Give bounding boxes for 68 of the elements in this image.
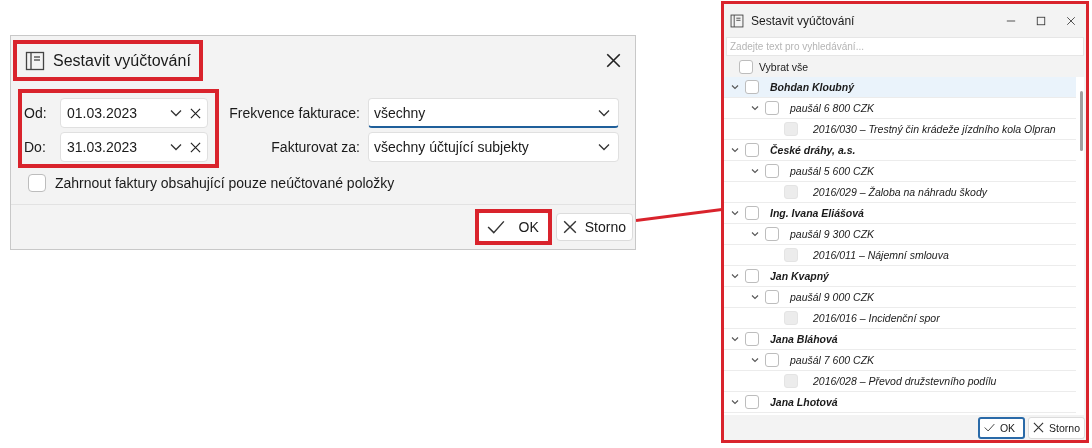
checkmark-icon <box>983 422 995 433</box>
checkbox[interactable] <box>765 227 779 241</box>
chevron-down-icon[interactable] <box>730 397 740 407</box>
field-label: Frekvence fakturace: <box>228 105 360 121</box>
tree-item[interactable]: paušál 9 000 CZK <box>724 287 1076 308</box>
search-field[interactable]: Zadejte text pro vyhledávání... <box>726 37 1084 56</box>
ok-button[interactable]: OK <box>977 416 1026 439</box>
checkbox[interactable] <box>765 101 779 115</box>
checkbox-label: Zahrnout faktury obsahující pouze neúčtované položky <box>55 175 395 191</box>
tree-item[interactable]: Jan Kvapný <box>724 266 1076 287</box>
tree-item[interactable]: paušál 5 600 CZK <box>724 161 1076 182</box>
window-title: Sestavit vyúčtování <box>53 51 191 70</box>
document-icon <box>25 50 45 71</box>
date-field[interactable]: 31.03.2023 <box>60 132 208 162</box>
close-icon[interactable] <box>606 53 621 68</box>
date-field[interactable]: 01.03.2023 <box>60 98 208 128</box>
checkbox[interactable] <box>745 395 759 409</box>
cancel-button[interactable]: Storno <box>555 213 633 241</box>
chevron-down-icon[interactable] <box>730 271 740 281</box>
clear-icon[interactable] <box>190 141 201 153</box>
document-icon <box>730 13 744 28</box>
cancel-button[interactable]: Storno <box>1028 416 1085 439</box>
window-title: Sestavit vyúčtování <box>751 13 856 28</box>
chevron-down-icon[interactable] <box>170 143 182 151</box>
chevron-down-icon[interactable] <box>170 109 182 117</box>
maximize-icon[interactable] <box>1036 15 1046 26</box>
chevron-down-icon[interactable] <box>730 82 740 92</box>
chevron-down-icon[interactable] <box>730 145 740 155</box>
chevron-down-icon[interactable] <box>750 229 760 239</box>
ok-button[interactable]: OK <box>478 213 548 241</box>
checkbox[interactable] <box>765 290 779 304</box>
chevron-down-icon[interactable] <box>730 334 740 344</box>
checkbox[interactable] <box>765 164 779 178</box>
close-icon[interactable] <box>1066 15 1076 26</box>
chevron-down-icon[interactable] <box>750 355 760 365</box>
cross-icon <box>1033 422 1045 433</box>
chevron-down-icon[interactable] <box>750 103 760 113</box>
tree-item[interactable]: paušál 6 800 CZK <box>724 98 1076 119</box>
tree-item[interactable]: Jana Bláhová <box>724 329 1076 350</box>
dropdown-field[interactable]: všechny účtující subjekty <box>368 132 619 162</box>
tree-item[interactable]: paušál 7 600 CZK <box>724 350 1076 371</box>
checkbox[interactable] <box>745 269 759 283</box>
chevron-down-icon[interactable] <box>598 108 610 117</box>
checkbox[interactable] <box>765 353 779 367</box>
cross-icon <box>562 220 577 234</box>
field-label: Do: <box>24 139 47 155</box>
field-label: Od: <box>24 105 48 121</box>
checkmark-icon <box>486 220 505 234</box>
tree-item[interactable]: Bohdan Kloubný <box>724 77 1076 98</box>
field-label: Fakturovat za: <box>270 139 360 155</box>
tree-item[interactable]: paušál 9 300 CZK <box>724 224 1076 245</box>
checkbox[interactable] <box>28 174 46 192</box>
clear-icon[interactable] <box>190 107 201 119</box>
tree-item[interactable]: Jana Lhotová <box>724 392 1076 413</box>
checkbox[interactable] <box>745 206 759 220</box>
checkbox[interactable] <box>745 80 759 94</box>
chevron-down-icon[interactable] <box>750 292 760 302</box>
checkbox[interactable] <box>745 332 759 346</box>
checkbox[interactable] <box>739 59 753 74</box>
dropdown-field[interactable]: všechny <box>368 98 619 128</box>
chevron-down-icon[interactable] <box>730 208 740 218</box>
checkbox-label: Vybrat vše <box>759 60 809 73</box>
tree-item[interactable]: České dráhy, a.s. <box>724 140 1076 161</box>
chevron-down-icon[interactable] <box>598 143 610 151</box>
tree-item[interactable]: Ing. Ivana Eliášová <box>724 203 1076 224</box>
checkbox[interactable] <box>745 143 759 157</box>
scrollbar[interactable] <box>1080 91 1083 151</box>
chevron-down-icon[interactable] <box>750 166 760 176</box>
